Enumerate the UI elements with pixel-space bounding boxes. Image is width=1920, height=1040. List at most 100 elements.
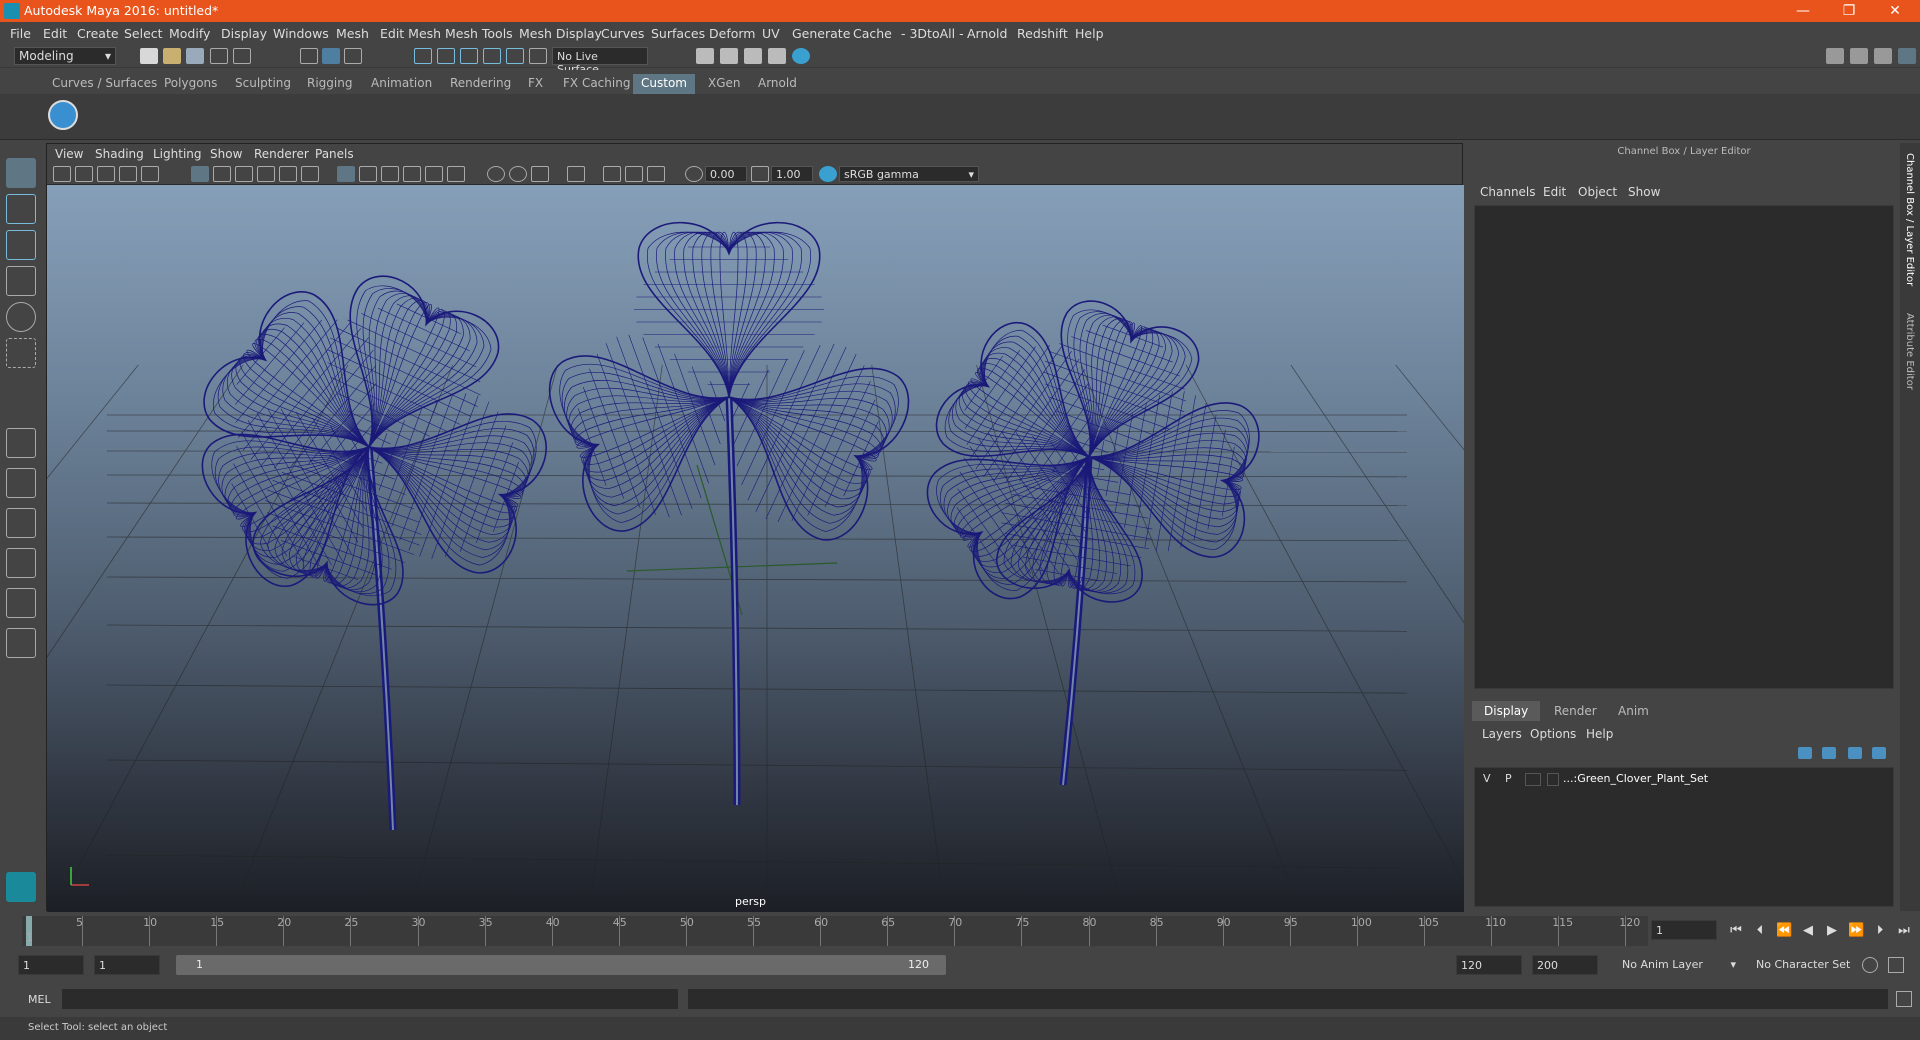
smooth-shade-icon[interactable] [359,166,377,182]
menu-help[interactable]: Help [1075,26,1104,41]
anti-aliasing-icon[interactable] [531,166,549,182]
command-input[interactable] [62,989,678,1009]
layer-visibility-toggle[interactable]: V [1483,772,1491,785]
snap-live-icon[interactable] [506,48,524,64]
snap-curve-icon[interactable] [437,48,455,64]
menu-surfaces[interactable]: Surfaces [651,26,705,41]
grid-toggle-icon[interactable] [191,166,209,182]
xray-joints-icon[interactable] [625,166,643,182]
auto-key-icon[interactable] [1862,957,1878,973]
layer-tab-anim[interactable]: Anim [1606,701,1661,721]
play-forwards-icon[interactable]: ▶ [1824,923,1840,939]
cb-menu-edit[interactable]: Edit [1543,185,1566,199]
motion-blur-icon[interactable] [509,166,527,182]
history-icon[interactable] [529,48,547,64]
clover-leaf[interactable] [634,221,824,398]
safe-action-icon[interactable] [301,166,319,182]
layer-tab-render[interactable]: Render [1542,701,1609,721]
textured-icon[interactable] [403,166,421,182]
open-scene-icon[interactable] [163,48,181,64]
single-view-layout-icon[interactable] [6,428,36,458]
menu-redshift[interactable]: Redshift [1017,26,1068,41]
channel-box-side-tab[interactable]: Channel Box / Layer Editor [1904,153,1915,286]
shadows-icon[interactable] [447,166,465,182]
step-forward-frame-icon[interactable]: ⏵ [1872,923,1888,939]
select-hierarchy-icon[interactable] [300,48,318,64]
checkmark-tool-icon[interactable] [48,100,78,130]
menu-mesh-tools[interactable]: Mesh Tools [445,26,513,41]
menu-curves[interactable]: Curves [601,26,644,41]
move-layer-down-icon[interactable] [1822,747,1836,759]
script-editor-icon[interactable] [1896,991,1912,1007]
exposure-field[interactable]: 0.00 [705,166,747,182]
select-tool-icon[interactable] [6,158,36,188]
menu-edit-mesh[interactable]: Edit Mesh [380,26,441,41]
film-gate-icon[interactable] [213,166,231,182]
render-layout-icon[interactable] [6,628,36,658]
isolate-select-icon[interactable] [567,166,585,182]
four-view-layout-icon[interactable] [6,468,36,498]
shelf-tab-fx-caching[interactable]: FX Caching [555,74,638,94]
snap-point-icon[interactable] [460,48,478,64]
playback-end-field[interactable]: 120 [1456,955,1522,975]
graph-layout-icon[interactable] [6,588,36,618]
snap-grid-icon[interactable] [414,48,432,64]
mode-selector[interactable]: Modeling ▾ [14,47,116,65]
layer-menu-help[interactable]: Help [1586,727,1613,741]
snap-view-plane-icon[interactable] [483,48,501,64]
layer-tab-display[interactable]: Display [1472,701,1541,721]
select-component-icon[interactable] [344,48,362,64]
color-space-selector[interactable]: sRGB gamma ▾ [839,166,979,182]
wireframe-icon[interactable] [337,166,355,182]
save-scene-icon[interactable] [186,48,204,64]
menu-file[interactable]: File [10,26,31,41]
current-frame-field[interactable]: 1 [1651,920,1717,940]
step-forward-key-icon[interactable]: ⏩ [1848,923,1864,939]
xray-icon[interactable] [603,166,621,182]
preferences-icon[interactable] [1888,957,1904,973]
clover-stem[interactable] [365,446,397,831]
time-slider[interactable]: 1 5 10 15 20 25 30 35 40 45 50 55 60 65 70 75 80 85 90 95 1… [22,916,1648,946]
vp-menu-lighting[interactable]: Lighting [153,147,202,161]
end-time-field[interactable]: 200 [1532,955,1598,975]
layer-menu-layers[interactable]: Layers [1482,727,1522,741]
menu-deform[interactable]: Deform [709,26,755,41]
shelf-tab-sculpting[interactable]: Sculpting [227,74,299,94]
two-d-pan-icon[interactable] [141,166,159,182]
mel-label[interactable]: MEL [28,993,51,1006]
gamma-field[interactable]: 1.00 [771,166,813,182]
layer-type-toggle[interactable] [1525,773,1541,786]
menu-cache[interactable]: Cache [853,26,892,41]
menu-uv[interactable]: UV [762,26,780,41]
shelf-tab-polygons[interactable]: Polygons [156,74,225,94]
cb-menu-channels[interactable]: Channels [1480,185,1536,199]
move-layer-up-icon[interactable] [1798,747,1812,759]
shelf-tab-arnold[interactable]: Arnold [750,74,805,94]
vp-menu-shading[interactable]: Shading [95,147,144,161]
vp-menu-view[interactable]: View [55,147,83,161]
attribute-editor-icon[interactable] [1850,48,1868,64]
paint-select-icon[interactable] [6,230,36,260]
3d-scene-view[interactable]: persp [47,185,1464,912]
channel-box-icon[interactable] [1898,48,1916,64]
new-layer-icon[interactable] [1848,747,1862,759]
layer-color-swatch[interactable] [1547,773,1559,786]
cb-menu-object[interactable]: Object [1578,185,1617,199]
menu-edit[interactable]: Edit [43,26,67,41]
vp-menu-renderer[interactable]: Renderer [254,147,309,161]
attribute-editor-side-tab[interactable]: Attribute Editor [1904,313,1915,390]
image-plane-icon[interactable] [119,166,137,182]
minimize-button[interactable]: — [1780,0,1826,22]
menu-arnold[interactable]: Arnold [967,26,1007,41]
shelf-tab-animation[interactable]: Animation [363,74,440,94]
tool-settings-icon[interactable] [1874,48,1892,64]
shelf-tab-rendering[interactable]: Rendering [442,74,519,94]
wireframe-on-shaded-icon[interactable] [381,166,399,182]
go-to-end-icon[interactable]: ⏭ [1896,923,1912,939]
new-layer-selected-icon[interactable] [1872,747,1886,759]
lights-icon[interactable] [425,166,443,182]
start-time-field[interactable]: 1 [18,955,84,975]
vp-menu-show[interactable]: Show [210,147,242,161]
menu-display[interactable]: Display [221,26,267,41]
vp-menu-panels[interactable]: Panels [315,147,354,161]
